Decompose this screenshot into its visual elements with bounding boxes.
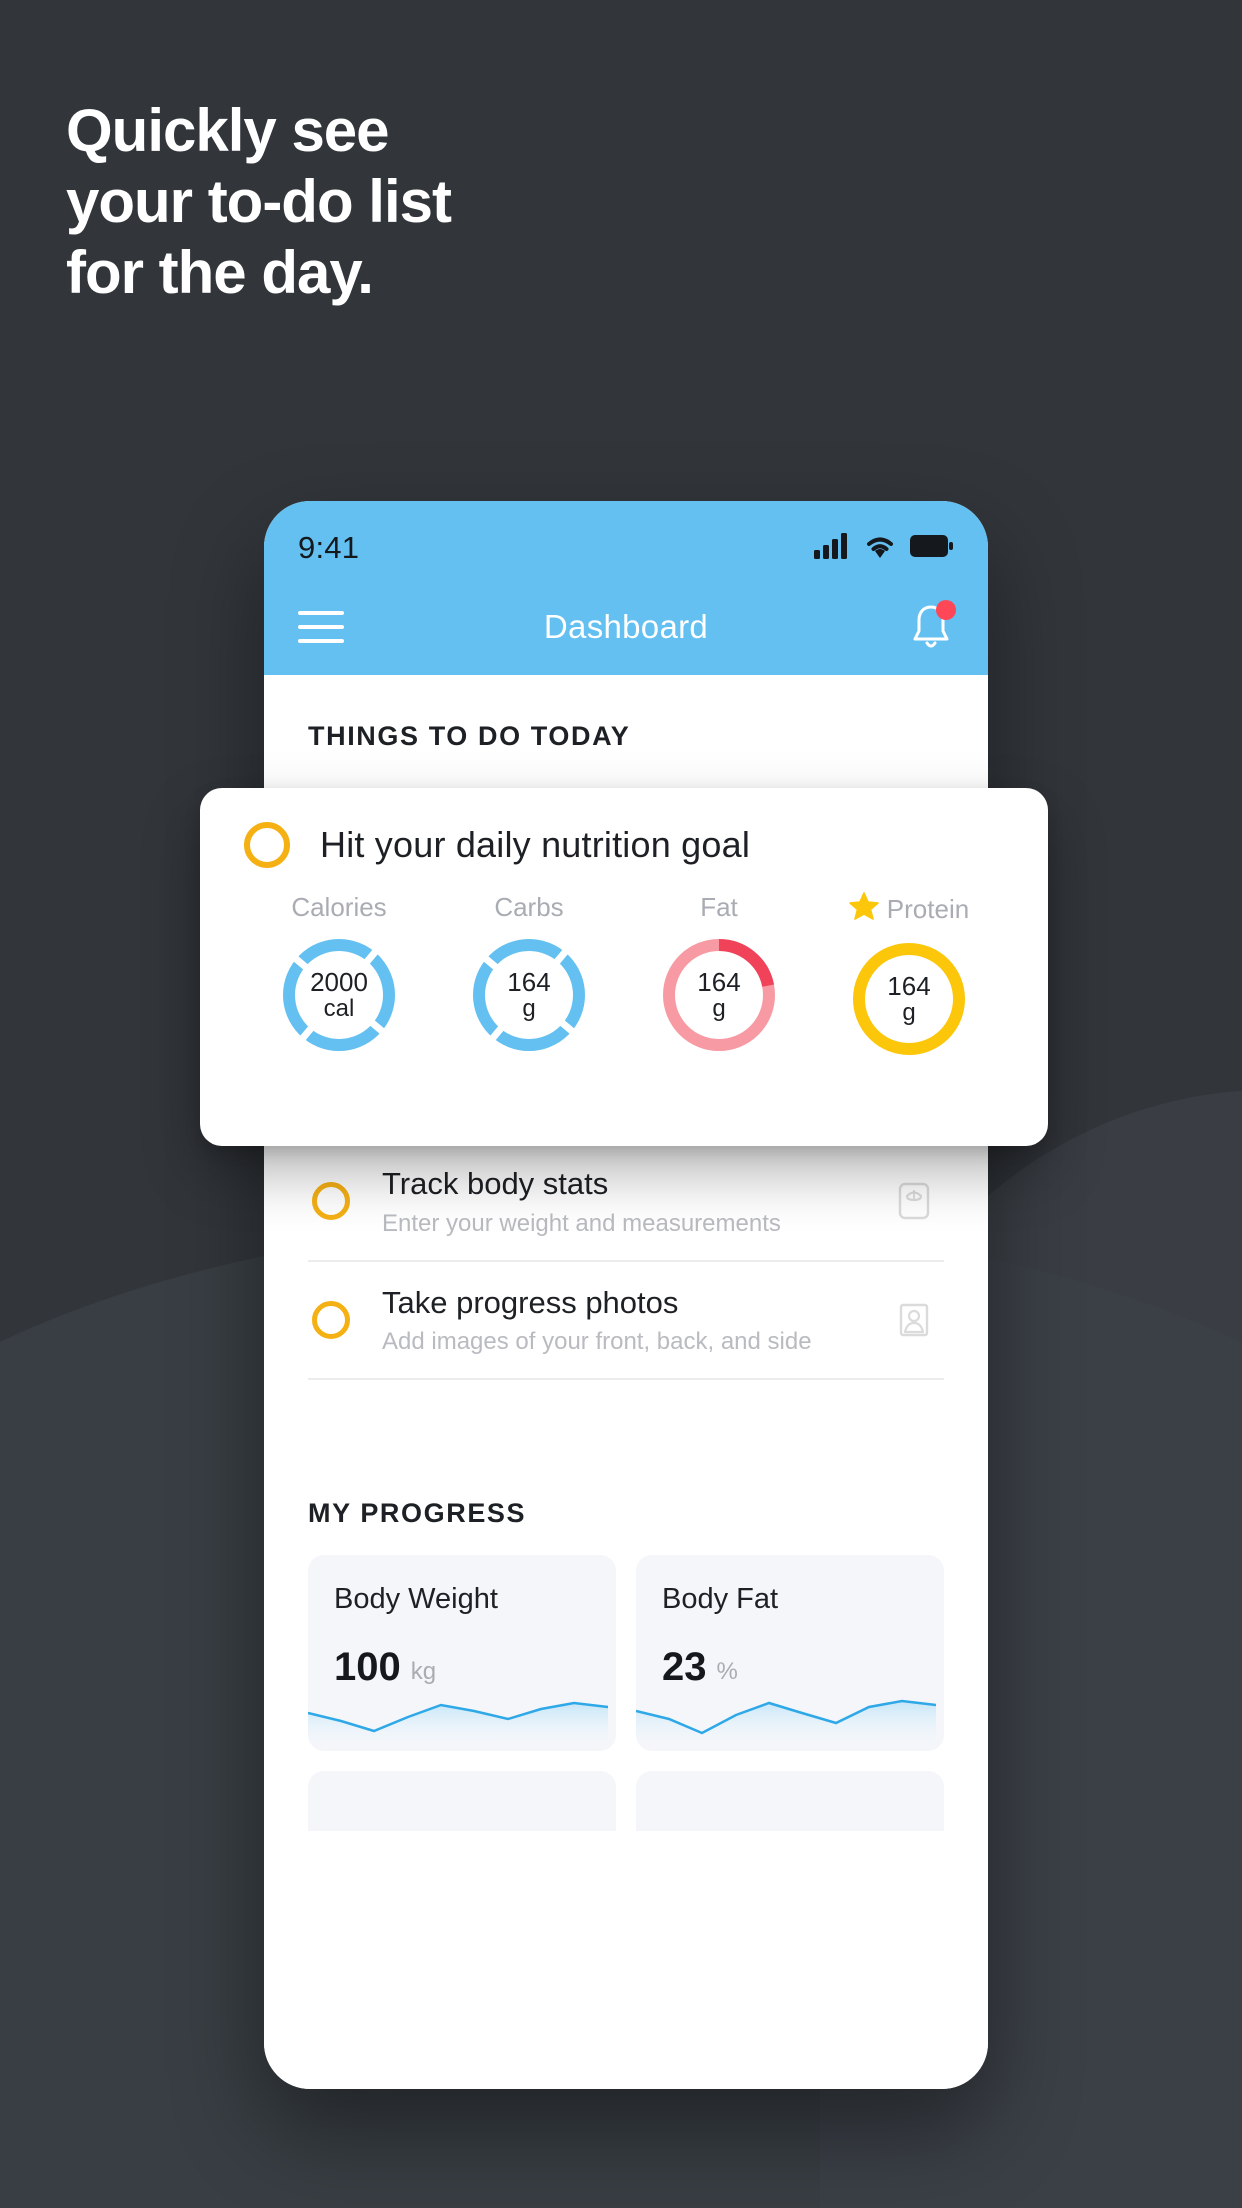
todo-subtitle: Add images of your front, back, and side [382,1328,812,1356]
progress-card-title: Body Fat [662,1583,779,1616]
star-icon [848,892,879,927]
macro-label: Protein [886,894,970,924]
todo-title: Track body stats [382,1165,609,1201]
macro-label-row: Calories [291,892,386,923]
page-title: Quickly see your to-do list for the day. [66,97,452,306]
hamburger-menu-icon[interactable] [298,611,344,643]
my-progress-heading: MY PROGRESS [308,1498,527,1529]
nutrition-card-header: Hit your daily nutrition goal [244,822,1004,868]
app-navbar: Dashboard [264,579,988,675]
cellular-signal-icon [814,532,850,564]
screenshot-stage: Quickly see your to-do list for the day.… [0,0,1242,2208]
progress-card-body-fat[interactable]: Body Fat 23 % [636,1555,944,1752]
macro-label: Carbs [494,892,564,922]
person-photo-icon [888,1294,940,1346]
nutrition-goal-overlay-card[interactable]: Hit your daily nutrition goal Calories 2… [200,788,1048,1146]
macro-unit: cal [323,995,355,1023]
macro-center-fat: 164 g [657,933,781,1057]
list-item[interactable]: Track body stats Enter your weight and m… [308,1140,944,1260]
todo-title: Take progress photos [382,1284,679,1320]
macro-ring-fat: 164 g [657,933,781,1057]
macro-carbs[interactable]: Carbs 164 g [434,892,624,1061]
macro-center-calories: 2000 cal [277,933,401,1057]
progress-card-body-weight[interactable]: Body Weight 100 kg [308,1555,616,1752]
nutrition-card-title: Hit your daily nutrition goal [320,824,751,865]
navbar-title: Dashboard [543,608,709,645]
macro-label: Fat [700,892,738,922]
macro-calories[interactable]: Calories 2000 cal [244,892,434,1061]
notification-bell-icon[interactable] [908,600,956,653]
things-to-do-heading: THINGS TO DO TODAY [308,721,631,751]
progress-cards-grid: Body Weight 100 kg Body Fat 23 % [264,1529,988,1832]
macro-rings-row: Calories 2000 cal Carbs 164 g Fat 164 g … [244,892,1004,1061]
status-bar-icons [814,532,954,564]
macro-unit: g [522,995,536,1023]
sparkline-chart-body-weight [308,1701,608,1752]
macro-value: 164 [887,970,931,1001]
macro-label-row: Fat [700,892,738,923]
status-bar: 9:41 [264,501,988,579]
macro-center-protein: 164 g [847,937,971,1061]
todo-checkbox-ring[interactable] [312,1300,350,1339]
notification-badge-dot [936,600,956,620]
macro-ring-carbs: 164 g [467,933,591,1057]
todo-checkbox-ring[interactable] [312,1182,350,1221]
sparkline-chart-body-fat [636,1699,936,1752]
progress-card-next-right[interactable] [636,1771,944,1832]
progress-card-next-left[interactable] [308,1771,616,1832]
todo-subtitle: Enter your weight and measurements [382,1209,781,1237]
macro-fat[interactable]: Fat 164 g [624,892,814,1061]
wifi-icon [864,533,896,564]
nutrition-checkbox-ring[interactable] [244,822,290,868]
macro-ring-calories: 2000 cal [277,933,401,1057]
macro-value: 2000 [310,966,368,997]
todo-text-block: Track body stats Enter your weight and m… [382,1165,888,1238]
macro-value: 164 [697,966,741,997]
macro-label-row: Protein [848,892,970,927]
macro-ring-protein: 164 g [847,937,971,1061]
macro-center-carbs: 164 g [467,933,591,1057]
macro-unit: g [712,995,726,1023]
phone-mockup: 9:41 Dashboard THINGS TO DO TODAY Track … [264,501,988,2089]
macro-value: 164 [507,966,551,997]
macro-unit: g [902,999,916,1027]
macro-protein[interactable]: Protein 164 g [814,892,1004,1061]
progress-card-title: Body Weight [334,1583,498,1616]
scale-icon [888,1175,940,1227]
status-bar-time: 9:41 [298,530,360,565]
todo-text-block: Take progress photos Add images of your … [382,1284,888,1357]
macro-label: Calories [291,892,387,922]
battery-icon [910,534,954,562]
macro-label-row: Carbs [494,892,563,923]
list-item[interactable]: Take progress photos Add images of your … [308,1259,944,1381]
